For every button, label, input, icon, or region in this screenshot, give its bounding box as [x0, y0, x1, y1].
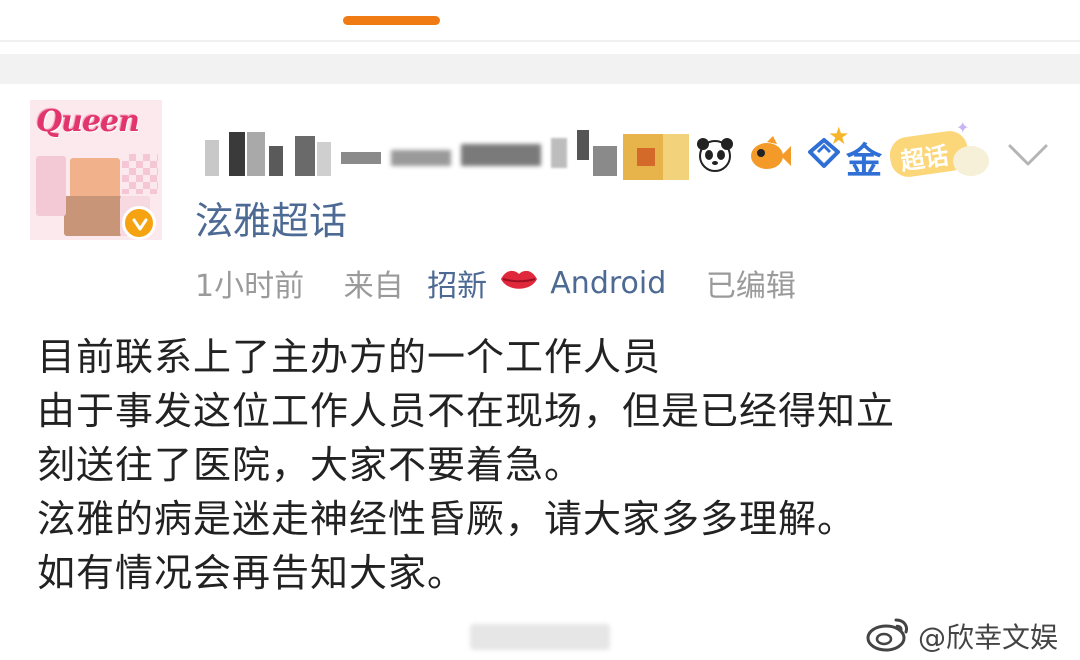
username-pixel: [295, 136, 315, 176]
username-pixel: [663, 134, 689, 180]
post-meta: 1小时前 来自 招新 Android 已编辑: [195, 261, 796, 305]
sparkle-icon: ✦: [956, 118, 970, 137]
username-pixel: [247, 132, 265, 176]
avatar-blur-block: [64, 196, 122, 236]
username-pixel: [551, 138, 567, 168]
avatar-blur-block: [36, 156, 66, 216]
post-time: 1小时前: [195, 269, 305, 304]
username-pixel: [593, 146, 617, 176]
username-row[interactable]: ★ 超话 金 ✦: [195, 118, 1005, 186]
client-prefix[interactable]: 招新: [427, 261, 487, 305]
post-body-line: 泫雅的病是迷走神经性昏厥，请大家多多理解。: [37, 497, 857, 541]
post-body-line: 目前联系上了主办方的一个工作人员: [37, 335, 662, 379]
post-body-line: 刻送往了医院，大家不要着急。: [37, 443, 584, 487]
weibo-logo-icon: [866, 616, 912, 656]
supertopic-link[interactable]: 泫雅超话: [195, 190, 347, 245]
avatar-pattern: [122, 154, 158, 194]
lips-emoji-icon: [499, 262, 539, 304]
supertopic-level-badge: ★ 超话 金 ✦: [828, 118, 972, 182]
username-pixel: [637, 148, 655, 166]
post-body-line: 由于事发这位工作人员不在现场，但是已经得知立: [37, 389, 896, 433]
verified-badge-icon: [122, 206, 156, 240]
section-separator: [0, 54, 1080, 84]
avatar-logo-text: Queen: [36, 104, 140, 139]
post-body-line: 如有情况会再告知大家。: [37, 551, 467, 595]
username-pixel: [577, 130, 589, 160]
blurred-text: [470, 624, 610, 650]
chevron-down-icon[interactable]: [1006, 140, 1050, 174]
source-label: 来自: [343, 269, 404, 304]
tab-bar-divider: [0, 40, 1080, 42]
edited-label[interactable]: 已编辑: [706, 261, 796, 305]
faded-badge: [953, 146, 989, 176]
panda-emoji-icon: [695, 134, 735, 174]
username-pixel: [341, 152, 381, 164]
username-pixel: [391, 150, 451, 166]
post-body: 目前联系上了主办方的一个工作人员 由于事发这位工作人员不在现场，但是已经得知立 …: [37, 330, 1047, 600]
username-pixel: [229, 132, 245, 176]
username-pixel: [461, 144, 541, 166]
gold-level-text: 金: [846, 141, 883, 182]
fish-emoji-icon: [747, 134, 791, 174]
username-pixel: [205, 140, 219, 176]
username-pixel: [317, 142, 331, 176]
active-tab-indicator: [343, 16, 440, 25]
chaohua-tag-text: 超话: [898, 141, 951, 176]
username-pixel: [269, 146, 283, 176]
watermark-text: @欣幸文娱: [918, 621, 1059, 654]
client-name[interactable]: Android: [550, 266, 666, 301]
